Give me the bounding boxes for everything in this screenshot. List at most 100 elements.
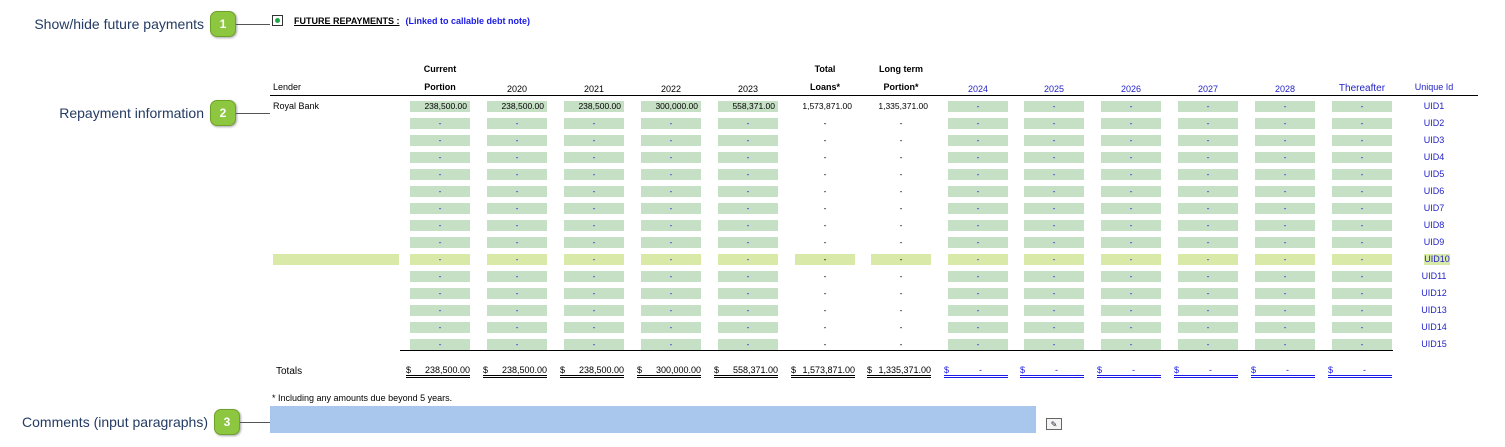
input-cell[interactable]: - <box>641 135 701 146</box>
input-cell[interactable]: - <box>1332 203 1392 214</box>
input-cell[interactable]: - <box>641 152 701 163</box>
input-cell[interactable]: - <box>564 220 624 231</box>
input-cell[interactable]: - <box>1178 237 1238 248</box>
input-cell[interactable]: - <box>948 339 1008 350</box>
input-cell[interactable]: - <box>1178 305 1238 316</box>
input-cell[interactable]: - <box>948 271 1008 282</box>
input-cell[interactable]: - <box>948 152 1008 163</box>
input-cell[interactable]: - <box>718 288 778 299</box>
input-cell[interactable]: - <box>410 152 470 163</box>
input-cell[interactable]: - <box>1024 152 1084 163</box>
input-cell[interactable]: - <box>1178 152 1238 163</box>
input-cell[interactable]: - <box>1255 135 1315 146</box>
input-cell[interactable]: - <box>718 169 778 180</box>
input-cell[interactable]: - <box>1024 118 1084 129</box>
input-cell[interactable]: - <box>487 237 547 248</box>
input-cell[interactable]: - <box>641 288 701 299</box>
input-cell[interactable]: - <box>641 220 701 231</box>
input-cell[interactable]: - <box>1101 118 1161 129</box>
input-cell[interactable]: - <box>1332 305 1392 316</box>
comments-input[interactable] <box>270 406 1036 433</box>
input-cell[interactable]: - <box>410 322 470 333</box>
input-cell[interactable]: - <box>1178 339 1238 350</box>
input-cell[interactable]: - <box>718 339 778 350</box>
input-cell[interactable]: - <box>410 169 470 180</box>
input-cell[interactable]: - <box>641 254 701 265</box>
input-cell[interactable]: - <box>718 220 778 231</box>
input-cell[interactable]: - <box>1178 254 1238 265</box>
input-cell[interactable]: - <box>1255 203 1315 214</box>
input-cell[interactable]: - <box>487 305 547 316</box>
input-cell[interactable]: - <box>1024 169 1084 180</box>
input-cell[interactable]: - <box>1332 169 1392 180</box>
input-cell[interactable]: - <box>1101 339 1161 350</box>
input-cell[interactable]: - <box>1101 135 1161 146</box>
input-cell[interactable]: - <box>641 169 701 180</box>
input-cell[interactable]: - <box>1178 271 1238 282</box>
input-cell[interactable]: - <box>487 271 547 282</box>
input-cell[interactable]: - <box>564 305 624 316</box>
input-cell[interactable]: - <box>1332 271 1392 282</box>
input-cell[interactable]: - <box>1101 169 1161 180</box>
input-cell[interactable]: 300,000.00 <box>641 101 701 112</box>
input-cell[interactable]: - <box>1255 339 1315 350</box>
input-cell[interactable]: - <box>1332 237 1392 248</box>
input-cell[interactable]: - <box>564 118 624 129</box>
input-cell[interactable]: - <box>641 305 701 316</box>
input-cell[interactable]: - <box>718 135 778 146</box>
input-cell[interactable]: - <box>641 118 701 129</box>
input-cell[interactable]: - <box>1024 271 1084 282</box>
input-cell[interactable]: - <box>1024 305 1084 316</box>
input-cell[interactable]: - <box>1024 186 1084 197</box>
input-cell[interactable]: - <box>718 305 778 316</box>
input-cell[interactable]: - <box>948 101 1008 112</box>
input-cell[interactable]: - <box>487 203 547 214</box>
input-cell[interactable]: - <box>948 203 1008 214</box>
input-cell[interactable]: - <box>718 322 778 333</box>
input-cell[interactable]: - <box>487 339 547 350</box>
input-cell[interactable]: - <box>948 186 1008 197</box>
input-cell[interactable]: - <box>410 339 470 350</box>
input-cell[interactable]: - <box>718 152 778 163</box>
input-cell[interactable]: - <box>410 118 470 129</box>
input-cell[interactable]: - <box>1332 186 1392 197</box>
input-cell[interactable]: - <box>1024 135 1084 146</box>
input-cell[interactable]: - <box>1178 322 1238 333</box>
input-cell[interactable]: - <box>948 237 1008 248</box>
input-cell[interactable]: - <box>1024 322 1084 333</box>
input-cell[interactable]: - <box>487 152 547 163</box>
input-cell[interactable]: - <box>641 186 701 197</box>
input-cell[interactable]: - <box>641 203 701 214</box>
input-cell[interactable]: - <box>1101 220 1161 231</box>
input-cell[interactable]: - <box>948 288 1008 299</box>
input-cell[interactable]: - <box>564 186 624 197</box>
input-cell[interactable]: - <box>1332 339 1392 350</box>
input-cell[interactable]: - <box>1255 322 1315 333</box>
input-cell[interactable]: - <box>564 254 624 265</box>
input-cell[interactable]: - <box>487 186 547 197</box>
input-cell[interactable]: - <box>641 237 701 248</box>
input-cell[interactable]: - <box>487 135 547 146</box>
input-cell[interactable]: - <box>718 237 778 248</box>
input-cell[interactable]: - <box>487 220 547 231</box>
input-cell[interactable]: - <box>410 203 470 214</box>
input-cell[interactable]: - <box>1332 101 1392 112</box>
input-cell[interactable]: - <box>487 169 547 180</box>
input-cell[interactable]: - <box>948 305 1008 316</box>
input-cell[interactable]: - <box>410 135 470 146</box>
input-cell[interactable]: - <box>1178 101 1238 112</box>
input-cell[interactable]: - <box>1255 305 1315 316</box>
edit-icon[interactable]: ✎ <box>1046 418 1062 430</box>
input-cell[interactable]: - <box>1332 220 1392 231</box>
input-cell[interactable]: - <box>641 322 701 333</box>
input-cell[interactable]: - <box>1255 271 1315 282</box>
input-cell[interactable]: - <box>1024 254 1084 265</box>
show-hide-toggle-button[interactable] <box>272 15 283 26</box>
input-cell[interactable]: - <box>641 339 701 350</box>
input-cell[interactable]: - <box>1255 152 1315 163</box>
input-cell[interactable]: - <box>948 254 1008 265</box>
input-cell[interactable]: - <box>564 237 624 248</box>
input-cell[interactable]: 238,500.00 <box>410 101 470 112</box>
input-cell[interactable]: - <box>1332 288 1392 299</box>
input-cell[interactable]: - <box>1178 169 1238 180</box>
